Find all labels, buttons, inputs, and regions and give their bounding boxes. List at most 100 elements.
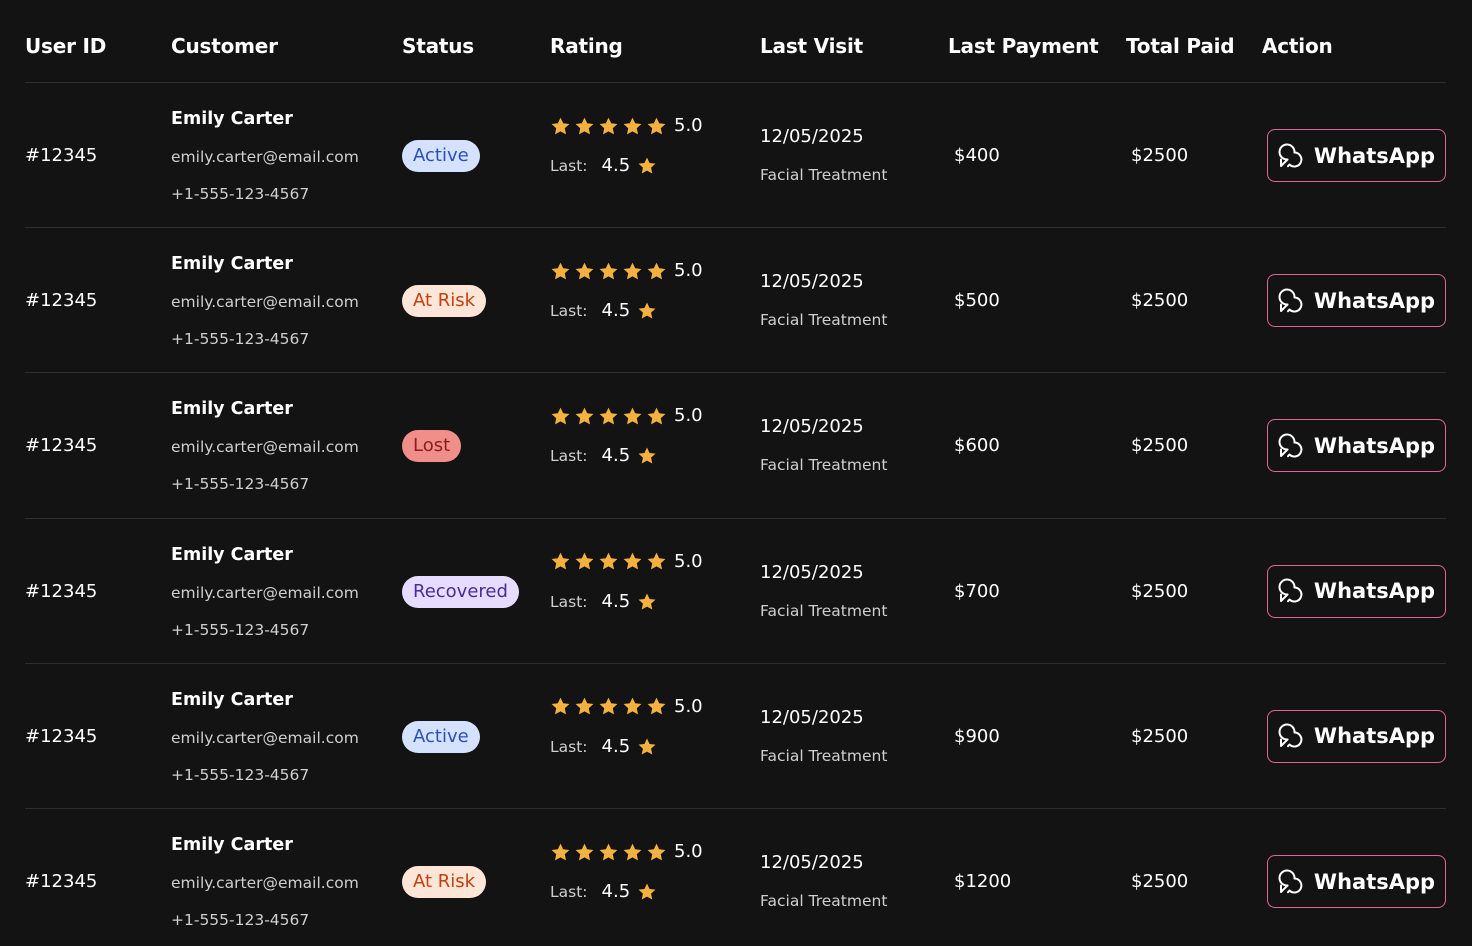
star-icon (574, 261, 595, 282)
whatsapp-button[interactable]: WhatsApp (1267, 419, 1446, 473)
customer-phone: +1-555-123-4567 (171, 765, 310, 784)
last-rating-value: 4.5 (601, 735, 631, 757)
rating-stars: 5.0 (550, 114, 703, 138)
last-visit-service: Facial Treatment (760, 601, 888, 620)
last-visit-service: Facial Treatment (760, 746, 888, 765)
last-visit-service: Facial Treatment (760, 311, 888, 330)
total-paid: $2500 (1131, 145, 1189, 166)
last-rating-label: Last: (550, 302, 588, 321)
star-icon (637, 737, 657, 757)
whatsapp-button-label: WhatsApp (1313, 579, 1436, 604)
header-last-visit: Last Visit (760, 34, 863, 58)
whatsapp-icon (1278, 723, 1304, 749)
star-icon (598, 696, 619, 717)
star-icon (550, 261, 571, 282)
header-rating: Rating (550, 34, 623, 58)
header-status: Status (402, 34, 474, 58)
whatsapp-icon (1278, 869, 1304, 895)
customer-phone: +1-555-123-4567 (171, 185, 310, 203)
user-id: #12345 (25, 871, 98, 892)
customer-phone: +1-555-123-4567 (171, 911, 310, 929)
whatsapp-icon (1278, 433, 1304, 459)
last-rating-label: Last: (550, 592, 588, 611)
table-row: #12345 Emily Carter emily.carter@email.c… (0, 519, 1472, 664)
whatsapp-button[interactable]: WhatsApp (1267, 855, 1446, 908)
whatsapp-button-label: WhatsApp (1313, 724, 1436, 749)
user-id: #12345 (25, 725, 98, 747)
last-rating: Last: 4.5 (550, 590, 657, 614)
whatsapp-button[interactable]: WhatsApp (1267, 129, 1446, 182)
star-icon (622, 696, 643, 717)
rating-value: 5.0 (674, 260, 703, 282)
table-header: User ID Customer Status Rating Last Visi… (0, 0, 1472, 82)
customer-email: emily.carter@email.com (171, 148, 359, 166)
last-rating-label: Last: (550, 883, 588, 901)
last-rating-value: 4.5 (601, 590, 631, 612)
last-rating-value: 4.5 (601, 155, 631, 176)
whatsapp-button[interactable]: WhatsApp (1267, 274, 1446, 328)
star-icon (550, 116, 571, 137)
star-icon (598, 842, 619, 863)
last-visit-service: Facial Treatment (760, 456, 888, 475)
star-icon (637, 301, 657, 321)
row-divider (25, 372, 1446, 373)
last-visit-service: Facial Treatment (760, 892, 888, 910)
star-icon (646, 842, 667, 863)
last-rating-label: Last: (550, 737, 588, 756)
star-icon (574, 842, 595, 863)
rating-value: 5.0 (674, 550, 703, 572)
last-rating-value: 4.5 (601, 445, 631, 467)
header-action: Action (1262, 34, 1333, 58)
customer-name: Emily Carter (171, 689, 293, 710)
customer-email: emily.carter@email.com (171, 583, 359, 602)
table-row: #12345 Emily Carter emily.carter@email.c… (0, 809, 1472, 946)
user-id: #12345 (25, 290, 98, 312)
rating-stars: 5.0 (550, 695, 703, 719)
total-paid: $2500 (1131, 871, 1189, 892)
table-row: #12345 Emily Carter emily.carter@email.c… (0, 373, 1472, 518)
status-badge: Active (402, 140, 480, 172)
last-rating-label: Last: (550, 157, 588, 175)
whatsapp-button[interactable]: WhatsApp (1267, 564, 1446, 618)
last-visit-date: 12/05/2025 (760, 706, 864, 728)
last-rating-label: Last: (550, 447, 588, 466)
star-icon (598, 406, 619, 427)
star-icon (637, 446, 657, 466)
customer-phone: +1-555-123-4567 (171, 330, 310, 349)
star-icon (550, 696, 571, 717)
status-badge: At Risk (402, 866, 487, 898)
last-rating: Last: 4.5 (550, 444, 657, 468)
last-rating: Last: 4.5 (550, 880, 657, 904)
star-icon (574, 406, 595, 427)
rating-value: 5.0 (674, 695, 703, 717)
last-payment: $700 (954, 580, 1000, 602)
last-rating: Last: 4.5 (550, 299, 657, 323)
whatsapp-icon (1278, 578, 1304, 604)
star-icon (622, 406, 643, 427)
star-icon (646, 116, 667, 137)
rating-value: 5.0 (674, 841, 703, 862)
header-last-payment: Last Payment (948, 34, 1099, 58)
customer-email: emily.carter@email.com (171, 438, 359, 457)
row-divider (25, 227, 1446, 228)
last-visit-date: 12/05/2025 (760, 416, 864, 438)
table-row: #12345 Emily Carter emily.carter@email.c… (0, 664, 1472, 809)
star-icon (637, 156, 657, 176)
star-icon (550, 842, 571, 863)
star-icon (574, 696, 595, 717)
whatsapp-button[interactable]: WhatsApp (1267, 709, 1446, 763)
star-icon (646, 261, 667, 282)
star-icon (574, 116, 595, 137)
customer-phone: +1-555-123-4567 (171, 475, 310, 494)
row-divider (25, 82, 1446, 83)
whatsapp-button-label: WhatsApp (1313, 869, 1436, 894)
rating-stars: 5.0 (550, 259, 703, 283)
total-paid: $2500 (1131, 435, 1189, 457)
customer-name: Emily Carter (171, 835, 293, 855)
total-paid: $2500 (1131, 580, 1189, 602)
status-badge: Active (402, 720, 480, 753)
star-icon (622, 261, 643, 282)
rating-value: 5.0 (674, 405, 703, 427)
table-row: #12345 Emily Carter emily.carter@email.c… (0, 228, 1472, 373)
last-payment: $500 (954, 290, 1000, 312)
